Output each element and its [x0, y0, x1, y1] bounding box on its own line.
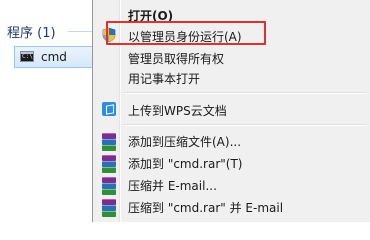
cmd-icon [20, 51, 34, 62]
search-results-panel: 程序 (1) cmd [0, 0, 100, 222]
result-item-cmd[interactable]: cmd [14, 46, 100, 68]
winrar-icon [101, 154, 117, 173]
menu-item-compress-email[interactable]: 压缩并 E-mail... [95, 174, 367, 196]
result-item-label: cmd [41, 50, 67, 64]
menu-item-label: 管理员取得所有权 [128, 52, 225, 66]
menu-item-label: 用记事本打开 [128, 72, 201, 86]
menu-item-label: 添加到 "cmd.rar"(T) [128, 157, 243, 171]
wps-cube-icon [101, 101, 117, 117]
winrar-icon [101, 132, 117, 151]
context-menu: 打开(O) 以管理员身份运行(A) 管理员取得所有权 用记事本打开 上传到WPS… [92, 0, 370, 222]
menu-item-label: 上传到WPS云文档 [128, 104, 227, 118]
menu-item-open-notepad[interactable]: 用记事本打开 [95, 67, 367, 89]
menu-item-label: 压缩并 E-mail... [128, 179, 217, 193]
winrar-icon [101, 176, 117, 195]
menu-item-add-to-cmd-rar[interactable]: 添加到 "cmd.rar"(T) [95, 152, 367, 174]
menu-item-add-to-archive[interactable]: 添加到压缩文件(A)... [95, 130, 367, 152]
menu-item-take-ownership[interactable]: 管理员取得所有权 [95, 47, 367, 69]
programs-group-header: 程序 (1) [7, 26, 56, 41]
menu-separator [123, 92, 367, 94]
menu-item-compress-cmd-rar-email[interactable]: 压缩到 "cmd.rar" 并 E-mail [95, 196, 367, 218]
menu-item-upload-wps[interactable]: 上传到WPS云文档 [95, 99, 367, 121]
menu-separator [123, 124, 367, 126]
winrar-icon [101, 198, 117, 217]
highlight-annotation [106, 21, 266, 45]
menu-item-label: 压缩到 "cmd.rar" 并 E-mail [128, 201, 284, 215]
menu-item-label: 添加到压缩文件(A)... [128, 135, 242, 149]
